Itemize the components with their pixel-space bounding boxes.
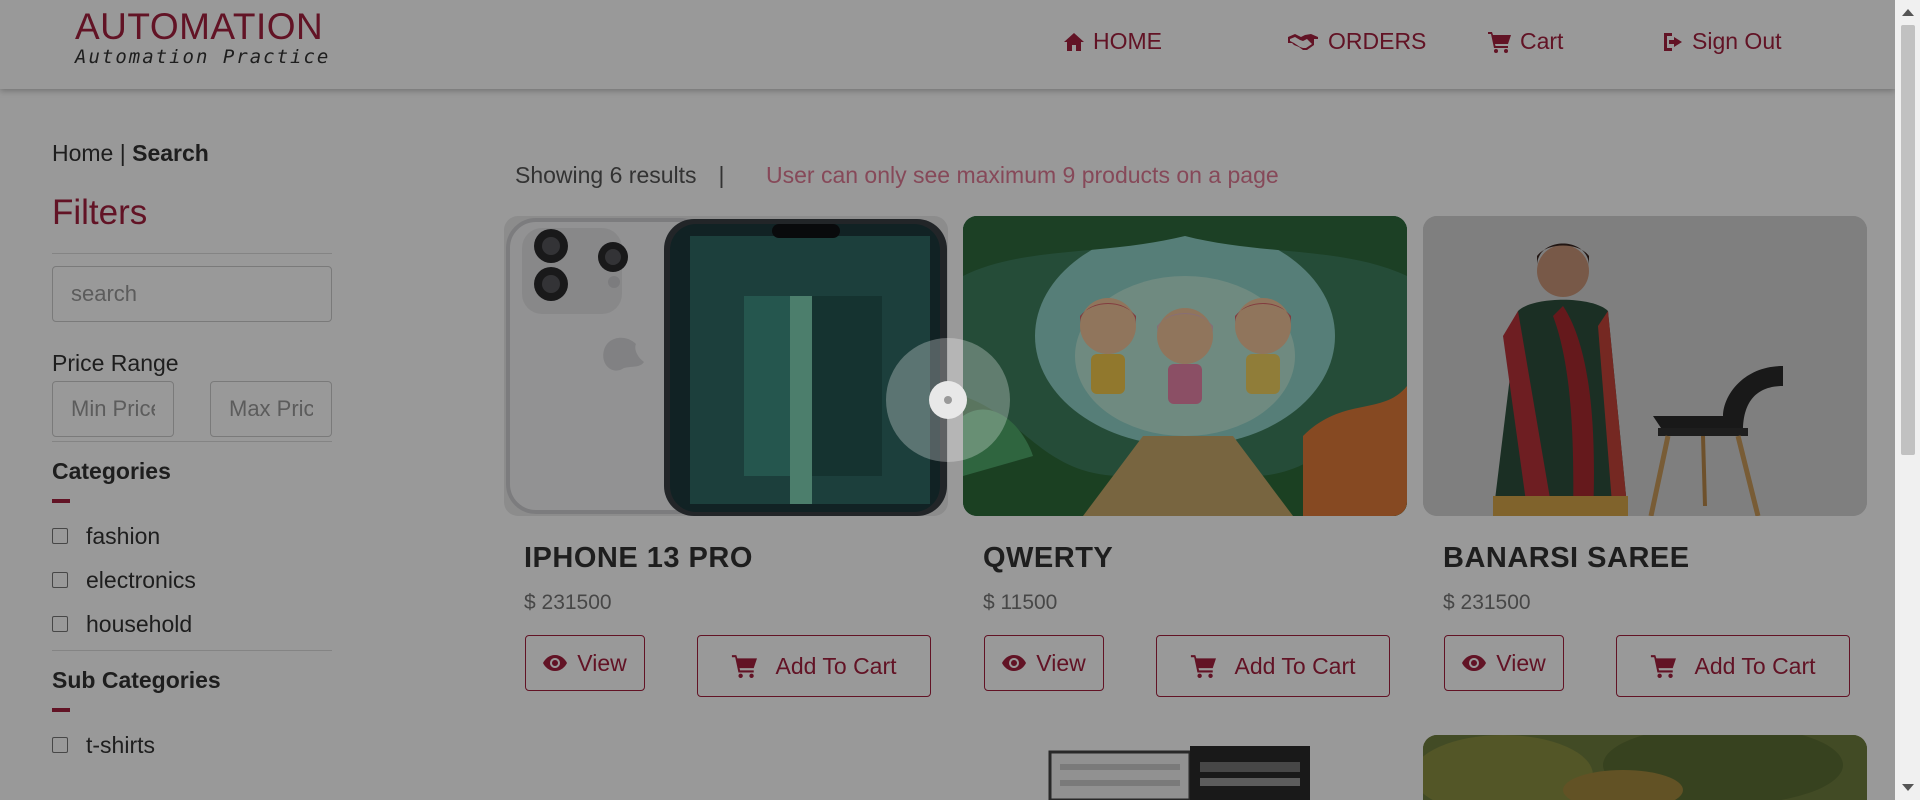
vertical-scrollbar[interactable]	[1895, 0, 1920, 800]
scrollbar-thumb[interactable]	[1901, 25, 1915, 455]
scroll-down-arrow[interactable]	[1902, 784, 1914, 791]
loading-spinner-dot	[929, 381, 967, 419]
scroll-up-arrow[interactable]	[1902, 9, 1914, 16]
